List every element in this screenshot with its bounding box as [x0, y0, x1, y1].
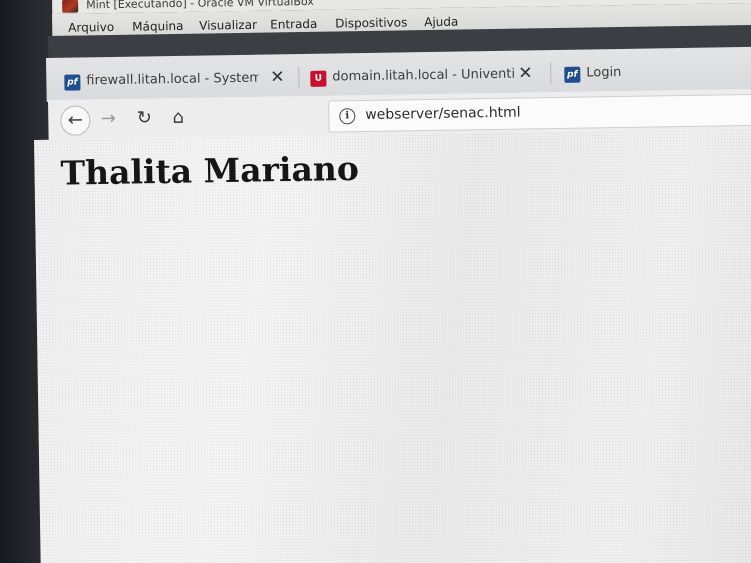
tab-domain[interactable]: U domain.litah.local - Univention ✕ — [304, 58, 540, 94]
virtualbox-icon — [62, 0, 79, 13]
tab-close-icon[interactable]: ✕ — [270, 67, 285, 87]
tab-separator — [298, 66, 300, 89]
web-page-content: Thalita Mariano — [34, 128, 751, 563]
page-heading: Thalita Mariano — [60, 148, 360, 193]
univention-favicon-icon: U — [310, 70, 327, 87]
menu-maquina[interactable]: Máquina — [132, 19, 183, 34]
tab-separator — [550, 62, 552, 85]
tab-firewall[interactable]: pf firewall.litah.local - System: G ✕ — [58, 62, 290, 98]
tab-label: firewall.litah.local - System: G — [86, 70, 259, 89]
tab-close-icon[interactable]: ✕ — [518, 63, 533, 83]
address-bar[interactable]: i webserver/senac.html — [328, 93, 751, 133]
pfsense-favicon-icon: pf — [64, 74, 81, 91]
url-text[interactable]: webserver/senac.html — [365, 105, 521, 123]
site-info-icon[interactable]: i — [339, 108, 356, 125]
tab-label: Login — [586, 64, 622, 81]
menu-dispositivos[interactable]: Dispositivos — [335, 15, 407, 30]
menu-arquivo[interactable]: Arquivo — [68, 20, 114, 35]
back-arrow-icon[interactable]: ← — [60, 105, 91, 136]
menu-entrada[interactable]: Entrada — [270, 17, 317, 32]
reload-icon[interactable]: ↻ — [130, 104, 158, 132]
monitor-screen: Mint [Executando] - Oracle VM VirtualBox… — [0, 0, 751, 563]
pfsense-favicon-icon: pf — [564, 66, 581, 83]
tab-label: domain.litah.local - Univention — [332, 66, 515, 85]
menu-ajuda[interactable]: Ajuda — [424, 15, 458, 30]
home-icon[interactable]: ⌂ — [164, 104, 192, 132]
tab-login[interactable]: pf Login — [558, 56, 708, 90]
forward-arrow-icon[interactable]: → — [94, 105, 122, 133]
menu-visualizar[interactable]: Visualizar — [199, 18, 257, 33]
